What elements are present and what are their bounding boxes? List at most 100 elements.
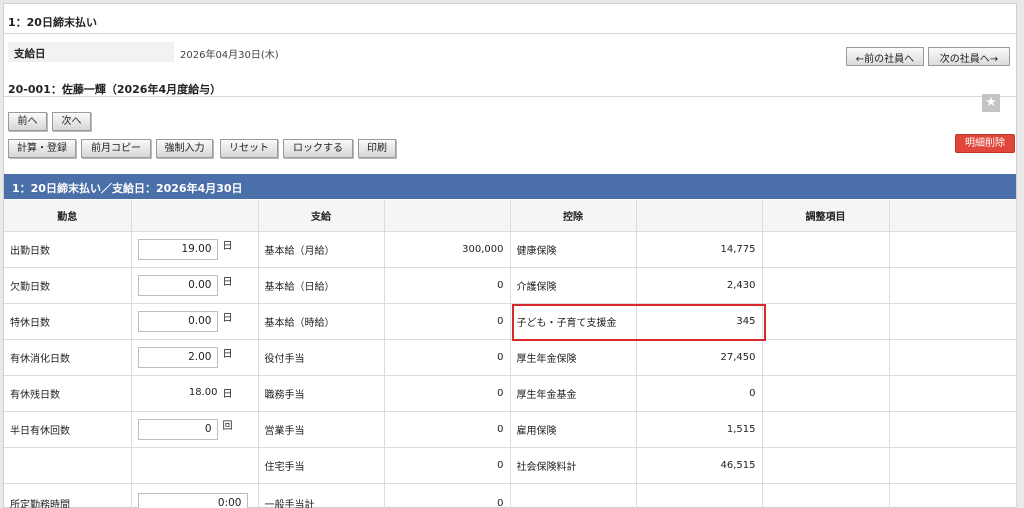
attendance-label: 半日有休回数 [4, 411, 132, 448]
deduction-value: 0 [636, 375, 763, 412]
table-row: 半日有休回数 0 回営業手当 0 雇用保険 1,515 [4, 411, 1017, 448]
payment-date-value: 2026年04月30日(木) [180, 50, 279, 61]
deduction-label: 厚生年金基金 [510, 375, 637, 412]
deduction-value: 345 [636, 303, 763, 340]
force-input-button[interactable]: 強制入力 [156, 139, 213, 158]
deduction-value: 46,515 [636, 447, 763, 484]
deduction-label: 子ども・子育て支援金 [510, 303, 637, 340]
deduction-label: 雇用保険 [510, 411, 637, 448]
attendance-label: 有休残日数 [4, 375, 132, 412]
reset-button[interactable]: リセット [220, 139, 278, 158]
divider [4, 33, 1016, 34]
adjustment-label [762, 267, 890, 304]
attendance-label: 所定勤務時間 [4, 483, 132, 508]
table-header-row: 勤怠 支給 控除 調整項目 [4, 200, 1017, 232]
table-row: 住宅手当 0 社会保険料計 46,515 [4, 447, 1017, 484]
unit-label: 日 [222, 240, 233, 252]
header-blank [636, 200, 763, 232]
attendance-label: 有休消化日数 [4, 339, 132, 376]
adjustment-value [889, 447, 1017, 484]
header-deduction: 控除 [510, 200, 637, 232]
payment-value: 0 [384, 303, 511, 340]
attendance-label: 特休日数 [4, 303, 132, 340]
adjustment-value [889, 231, 1017, 268]
adjustment-value [889, 267, 1017, 304]
print-button[interactable]: 印刷 [358, 139, 396, 158]
table-row: 有休残日数 18.00 日職務手当 0 厚生年金基金 0 [4, 375, 1017, 412]
payment-label: 営業手当 [258, 411, 385, 448]
attendance-label: 欠勤日数 [4, 267, 132, 304]
adjustment-value [889, 339, 1017, 376]
prev-employee-button[interactable]: ←前の社員へ [846, 47, 924, 66]
deduction-label [510, 483, 637, 508]
unit-label: 日 [222, 312, 233, 324]
adjustment-value [889, 411, 1017, 448]
deduction-label: 社会保険料計 [510, 447, 637, 484]
page-title: 1：20日締末払い [8, 16, 97, 29]
header-payment: 支給 [258, 200, 385, 232]
calc-save-button[interactable]: 計算・登録 [8, 139, 76, 158]
header-blank [889, 200, 1017, 232]
copy-prev-month-button[interactable]: 前月コピー [81, 139, 151, 158]
attendance-label: 出勤日数 [4, 231, 132, 268]
payment-value: 0 [384, 375, 511, 412]
adjustment-value [889, 375, 1017, 412]
attendance-input[interactable]: 19.00 [137, 238, 218, 260]
attendance-input[interactable]: 0 [137, 418, 218, 440]
table-row: 有休消化日数 2.00 日 役付手当 0 厚生年金保険 27,450 [4, 339, 1017, 376]
deduction-value [636, 483, 763, 508]
table-row: 特休日数 0.00 日 基本給（時給） 0 子ども・子育て支援金 345 [4, 303, 1017, 340]
adjustment-label [762, 375, 890, 412]
payment-value: 300,000 [384, 231, 511, 268]
next-employee-button[interactable]: 次の社員へ→ [928, 47, 1010, 66]
payment-value: 0 [384, 267, 511, 304]
unit-label: 日 [222, 348, 233, 360]
payment-label: 基本給（時給） [258, 303, 385, 340]
attendance-value-cell: 2.00 日 [131, 339, 259, 376]
adjustment-label [762, 447, 890, 484]
deduction-value: 14,775 [636, 231, 763, 268]
adjustment-label [762, 303, 890, 340]
deduction-value: 1,515 [636, 411, 763, 448]
employee-title: 20-001：佐藤一輝（2026年4月度給与） [8, 83, 222, 96]
unit-label: 日 [222, 276, 233, 288]
adjustment-label [762, 411, 890, 448]
payroll-table: 勤怠 支給 控除 調整項目 出勤日数 19.00 日 基本給（月給） 300,000 健康… [4, 200, 1017, 508]
attendance-input[interactable]: 0:00 [137, 492, 248, 508]
section-header: 1：20日締末払い／支給日：2026年4月30日 [4, 174, 1016, 199]
attendance-value-cell: 18.00 日 [131, 375, 259, 412]
payment-value: 0 [384, 483, 511, 508]
star-icon[interactable]: ★ [982, 94, 1000, 112]
header-attendance: 勤怠 [4, 200, 132, 232]
adjustment-value [889, 303, 1017, 340]
header-blank [131, 200, 259, 232]
divider [4, 96, 1016, 97]
delete-detail-button[interactable]: 明細削除 [955, 134, 1015, 153]
attendance-label [4, 447, 132, 484]
attendance-input[interactable]: 2.00 [137, 346, 218, 368]
deduction-label: 健康保険 [510, 231, 637, 268]
payment-value: 0 [384, 447, 511, 484]
adjustment-label [762, 483, 890, 508]
header-adjustment: 調整項目 [762, 200, 890, 232]
lock-button[interactable]: ロックする [283, 139, 353, 158]
prev-button[interactable]: 前へ [8, 112, 47, 131]
attendance-value: 18.00 [188, 386, 218, 398]
deduction-value: 27,450 [636, 339, 763, 376]
payment-label: 基本給（日給） [258, 267, 385, 304]
payment-label: 役付手当 [258, 339, 385, 376]
attendance-value-cell: 0.00 日 [131, 267, 259, 304]
attendance-input[interactable]: 0.00 [137, 310, 218, 332]
next-button[interactable]: 次へ [52, 112, 91, 131]
table-row: 出勤日数 19.00 日 基本給（月給） 300,000 健康保険 14,775 [4, 231, 1017, 268]
adjustment-value [889, 483, 1017, 508]
payment-label: 職務手当 [258, 375, 385, 412]
attendance-input[interactable]: 0.00 [137, 274, 218, 296]
attendance-value-cell: 0.00 日 [131, 303, 259, 340]
payment-value: 0 [384, 411, 511, 448]
table-row: 欠勤日数 0.00 日 基本給（日給） 0 介護保険 2,430 [4, 267, 1017, 304]
attendance-value-cell: 0回 [131, 411, 259, 448]
attendance-value-cell [131, 447, 259, 484]
adjustment-label [762, 339, 890, 376]
payment-label: 一般手当計 [258, 483, 385, 508]
